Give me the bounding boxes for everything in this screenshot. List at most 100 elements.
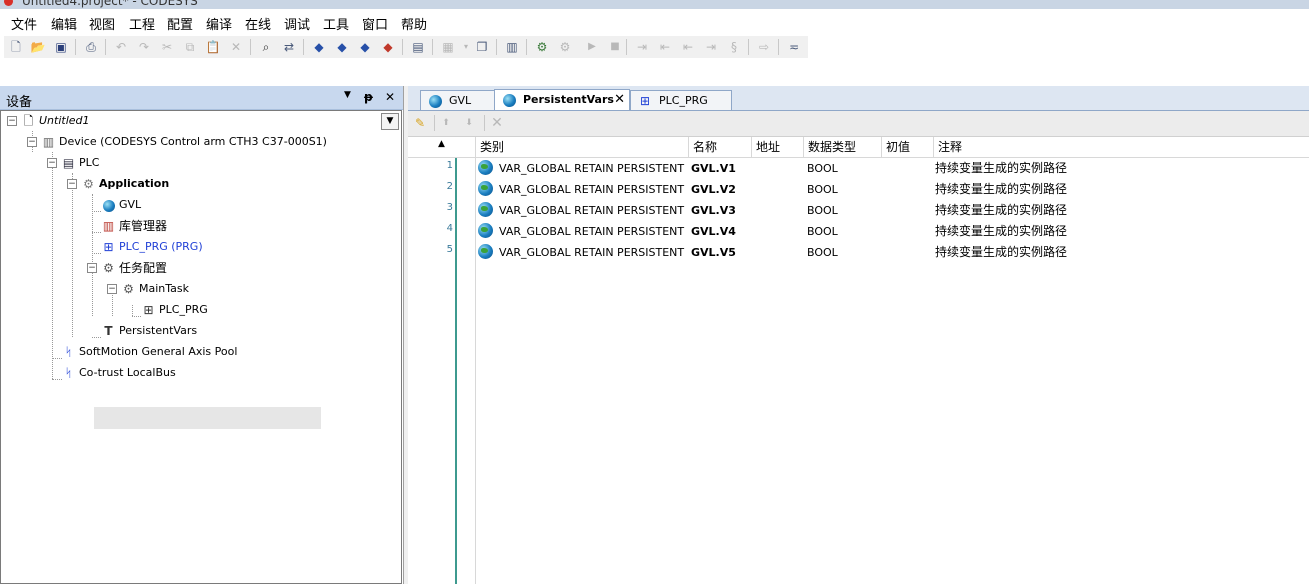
- menu-tools[interactable]: 工具: [323, 14, 349, 33]
- tree-node-application[interactable]: ⚙ Application: [80, 174, 169, 194]
- tree-node-task-config[interactable]: ⚙ 任务配置: [100, 258, 167, 278]
- tree-node-maintask[interactable]: ⚙ MainTask: [120, 279, 189, 299]
- redo-icon[interactable]: ↷: [136, 39, 152, 55]
- new-project-icon[interactable]: 🗋: [8, 39, 24, 55]
- table-row[interactable]: 5 VAR_GLOBAL RETAIN PERSISTENT GVL.V5 BO…: [408, 242, 1309, 263]
- tree-line: [92, 194, 93, 316]
- logout-icon[interactable]: ⚙: [557, 39, 573, 55]
- header-datatype[interactable]: 数据类型: [803, 137, 881, 157]
- tree-node-persistent-vars[interactable]: T PersistentVars: [100, 321, 197, 341]
- breakpoint-icon[interactable]: ◆: [311, 39, 327, 55]
- grid-icon[interactable]: ▦: [440, 39, 456, 55]
- toolbar-options-icon[interactable]: ≂: [786, 39, 802, 55]
- tab-gvl[interactable]: GVL: [420, 90, 496, 110]
- menu-config[interactable]: 配置: [167, 14, 193, 33]
- menu-debug[interactable]: 调试: [284, 14, 310, 33]
- tree-node-maintask-plc-prg[interactable]: ⊞ PLC_PRG: [140, 300, 207, 320]
- undo-icon[interactable]: ↶: [113, 39, 129, 55]
- tree-node-plc[interactable]: ▤ PLC: [60, 153, 100, 173]
- toolbar-separator: [778, 39, 779, 55]
- move-down-icon[interactable]: ⬇: [461, 115, 477, 131]
- step-into-icon[interactable]: ◆: [357, 39, 373, 55]
- step-over-icon[interactable]: ⇥: [634, 39, 650, 55]
- stop-icon[interactable]: ■: [607, 39, 623, 55]
- sort-arrow-icon[interactable]: ▲: [438, 139, 445, 149]
- toolbar-separator: [526, 39, 527, 55]
- menu-help[interactable]: 帮助: [401, 14, 427, 33]
- collapse-toggle[interactable]: −: [7, 116, 17, 126]
- page-icon[interactable]: ❐: [474, 39, 490, 55]
- toolbar-separator: [434, 115, 435, 131]
- app-icon: [4, 0, 13, 6]
- window-title: Untitled4.project* - CODESYS: [22, 0, 198, 8]
- collapse-toggle[interactable]: −: [107, 284, 117, 294]
- table-row[interactable]: 3 VAR_GLOBAL RETAIN PERSISTENT GVL.V3 BO…: [408, 200, 1309, 221]
- open-project-icon[interactable]: 📂: [30, 39, 46, 55]
- show-next-icon[interactable]: ⇨: [756, 39, 772, 55]
- menu-online[interactable]: 在线: [245, 14, 271, 33]
- toolbar-separator: [748, 39, 749, 55]
- menu-view[interactable]: 视图: [89, 14, 115, 33]
- close-tab-icon[interactable]: ✕: [614, 90, 625, 109]
- tree-node-plc-prg[interactable]: ⊞ PLC_PRG (PRG): [100, 237, 202, 257]
- tree-node-library-manager[interactable]: ▥ 库管理器: [100, 216, 167, 236]
- tree-node-localbus[interactable]: ᛋ Co-trust LocalBus: [60, 363, 176, 383]
- delete-row-icon[interactable]: ✕: [489, 115, 505, 131]
- global-var-icon: [478, 223, 493, 238]
- cell-datatype: BOOL: [807, 183, 838, 196]
- login-icon[interactable]: ⚙: [534, 39, 550, 55]
- build-icon[interactable]: ▥: [504, 39, 520, 55]
- tree-node-softmotion[interactable]: ᛋ SoftMotion General Axis Pool: [60, 342, 238, 362]
- replace-icon[interactable]: ⇄: [281, 39, 297, 55]
- table-row[interactable]: 4 VAR_GLOBAL RETAIN PERSISTENT GVL.V4 BO…: [408, 221, 1309, 242]
- pin-icon[interactable]: ᵽ: [364, 90, 373, 104]
- run-to-cursor-icon[interactable]: ⇥: [703, 39, 719, 55]
- tree-dropdown-button[interactable]: ▼: [381, 113, 399, 130]
- remove-breakpoint-icon[interactable]: ◆: [380, 39, 396, 55]
- header-initial[interactable]: 初值: [881, 137, 933, 157]
- header-comment[interactable]: 注释: [933, 137, 1309, 157]
- tree-node-gvl[interactable]: GVL: [100, 195, 141, 215]
- step-in-icon[interactable]: ⇤: [657, 39, 673, 55]
- tab-persistentvars[interactable]: PersistentVars ✕: [494, 89, 630, 110]
- collapse-toggle[interactable]: −: [67, 179, 77, 189]
- toolbar-separator: [496, 39, 497, 55]
- delete-icon[interactable]: ✕: [228, 39, 244, 55]
- window-icon[interactable]: ▤: [410, 39, 426, 55]
- menu-file[interactable]: 文件: [11, 14, 37, 33]
- table-row[interactable]: 1 VAR_GLOBAL RETAIN PERSISTENT GVL.V1 BO…: [408, 158, 1309, 179]
- menu-build[interactable]: 编译: [206, 14, 232, 33]
- print-icon[interactable]: ⎙: [83, 39, 99, 55]
- cut-icon[interactable]: ✂: [159, 39, 175, 55]
- tree-node-project[interactable]: 🗋 Untitled1: [20, 111, 90, 131]
- set-next-icon[interactable]: §: [726, 39, 742, 55]
- cell-comment: 持续变量生成的实例路径: [935, 161, 1068, 175]
- start-icon[interactable]: ▶: [584, 39, 600, 55]
- collapse-toggle[interactable]: −: [87, 263, 97, 273]
- copy-icon[interactable]: ⧉: [182, 39, 198, 55]
- step-icon[interactable]: ◆: [334, 39, 350, 55]
- menu-window[interactable]: 窗口: [362, 14, 388, 33]
- tree-node-device[interactable]: ▥ Device (CODESYS Control arm CTH3 C37-00…: [40, 132, 327, 152]
- collapse-toggle[interactable]: −: [27, 137, 37, 147]
- table-row[interactable]: 2 VAR_GLOBAL RETAIN PERSISTENT GVL.V2 BO…: [408, 179, 1309, 200]
- close-pane-icon[interactable]: ✕: [385, 90, 395, 104]
- header-category[interactable]: 类别: [475, 137, 688, 157]
- step-out-icon[interactable]: ⇤: [680, 39, 696, 55]
- menu-edit[interactable]: 编辑: [51, 14, 77, 33]
- tree-line: [52, 152, 53, 379]
- header-address[interactable]: 地址: [751, 137, 803, 157]
- find-icon[interactable]: ⌕: [258, 39, 274, 55]
- paste-icon[interactable]: 📋: [205, 39, 221, 55]
- refresh-icon[interactable]: ✎: [412, 115, 428, 131]
- toolbar-separator: [626, 39, 627, 55]
- collapse-toggle[interactable]: −: [47, 158, 57, 168]
- header-name[interactable]: 名称: [688, 137, 751, 157]
- globe-icon: [427, 92, 443, 111]
- chevron-down-icon[interactable]: ▾: [458, 39, 474, 55]
- save-icon[interactable]: ▣: [53, 39, 69, 55]
- menu-project[interactable]: 工程: [129, 14, 155, 33]
- move-up-icon[interactable]: ⬆: [438, 115, 454, 131]
- tab-plc-prg[interactable]: ⊞ PLC_PRG: [630, 90, 732, 110]
- pane-menu-icon[interactable]: ▼: [344, 90, 351, 100]
